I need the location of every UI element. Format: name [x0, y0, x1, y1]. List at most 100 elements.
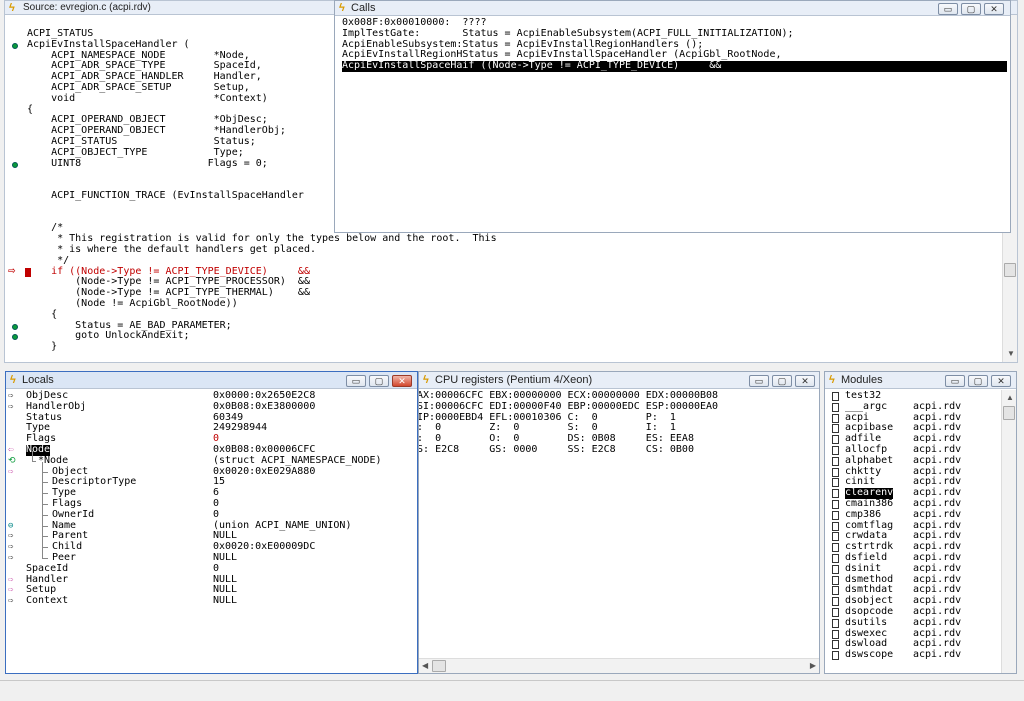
circle-minus-icon[interactable]: ⊖: [8, 521, 20, 531]
locals-row[interactable]: Status 60349: [6, 412, 411, 424]
module-file: acpi.rdv: [913, 454, 962, 466]
locals-var-name: SpaceId: [26, 562, 69, 574]
scroll-down-arrow-icon[interactable]: ▼: [1007, 350, 1015, 358]
module-file: acpi.rdv: [913, 616, 962, 628]
module-name: cmp386: [845, 508, 882, 520]
locals-var-value: 249298944: [213, 422, 268, 434]
source-line[interactable]: goto UnlockAndExit;: [5, 331, 999, 342]
close-button[interactable]: ✕: [991, 375, 1011, 387]
arrow-right-icon[interactable]: ⇨: [8, 542, 20, 552]
locals-title-bar[interactable]: ϟ Locals ▭ ▢ ✕: [6, 372, 417, 389]
breakpoint-dot-icon[interactable]: [12, 323, 18, 330]
file-icon: [832, 424, 839, 434]
minimize-button[interactable]: ▭: [938, 3, 958, 15]
locals-title: Locals: [22, 374, 54, 386]
modules-list[interactable]: test32 ___argc acpi.rdv acpi acpi.rdv acpibas…: [825, 391, 1001, 673]
locals-row[interactable]: ⇨ HandlerObj 0x0B08:0xE3800000: [6, 400, 411, 413]
file-icon: [832, 564, 839, 574]
file-icon: [832, 608, 839, 617]
close-button[interactable]: ✕: [392, 375, 412, 387]
lightning-icon: ϟ: [423, 374, 429, 386]
calls-title: Calls: [351, 2, 376, 14]
minimize-button[interactable]: ▭: [945, 375, 965, 387]
locals-window: ϟ Locals ▭ ▢ ✕ ⇨ ObjDesc 0x0000:0x2650E2C8…: [5, 371, 418, 674]
locals-var-name: OwnerId: [52, 508, 95, 520]
call-stack-entry[interactable]: AcpiEvInstallSpaceHaif ((Node->Type != A…: [342, 60, 1007, 73]
file-icon: [832, 543, 839, 553]
source-title: Source: evregion.c (acpi.rdv): [23, 2, 151, 13]
close-button[interactable]: ✕: [984, 3, 1004, 15]
file-icon: [832, 446, 839, 455]
module-name: alphabet: [845, 454, 894, 466]
file-icon: [832, 489, 839, 499]
locals-var-value: 0: [213, 562, 220, 574]
cpu-registers-list[interactable]: EAX:00006CFC EBX:00000000 ECX:00000000 E…: [419, 391, 819, 651]
arrow-right-icon[interactable]: ⇨: [8, 596, 20, 606]
file-icon: [832, 500, 839, 509]
arrow-right-icon[interactable]: ⇨: [8, 585, 20, 595]
source-line-text: AcpiEvInstallSpaceHandler (: [27, 38, 190, 50]
source-line-text: void *Context): [27, 92, 268, 104]
source-scroll-thumb[interactable]: [1004, 263, 1016, 277]
source-line-text: ACPI_OBJECT_TYPE Type;: [27, 146, 244, 158]
maximize-button[interactable]: ▢: [968, 375, 988, 387]
scroll-left-arrow-icon[interactable]: ◀: [422, 662, 428, 670]
file-icon: [832, 521, 839, 531]
close-button[interactable]: ✕: [795, 375, 815, 387]
source-line[interactable]: (Node != AcpiGbl_RootNode)): [5, 298, 999, 310]
locals-var-name: HandlerObj: [26, 400, 87, 412]
file-icon: [832, 456, 839, 466]
module-file: acpi.rdv: [913, 649, 962, 661]
calls-title-bar[interactable]: ϟ Calls ▭ ▢ ✕: [335, 1, 1010, 16]
maximize-button[interactable]: ▢: [772, 375, 792, 387]
breakpoint-dot-icon[interactable]: [12, 334, 18, 341]
tree-line: [42, 558, 48, 559]
locals-var-value: 0x0B08:0xE3800000: [213, 400, 316, 412]
minimize-button[interactable]: ▭: [346, 375, 366, 387]
locals-row[interactable]: ⇨ Handler NULL: [6, 574, 411, 586]
modules-window: ϟ Modules ▭ ▢ ✕ test32 ___argc acpi.rdv acp…: [824, 371, 1017, 674]
cpu-scroll-thumb[interactable]: [432, 660, 446, 672]
module-item[interactable]: dswscope acpi.rdv: [825, 649, 999, 661]
calls-list[interactable]: 0x008F:0x00010000: ???? ImplTestGate: Sta…: [342, 17, 1010, 228]
scroll-up-arrow-icon[interactable]: ▲: [1006, 394, 1014, 402]
arrow-right-icon[interactable]: ⇨: [8, 553, 20, 563]
module-name: dsinit: [845, 562, 882, 574]
breakpoint-dot-icon[interactable]: [12, 42, 18, 49]
source-line[interactable]: }: [5, 341, 999, 353]
locals-row[interactable]: ⇨ Context NULL: [6, 595, 411, 607]
modules-title-bar[interactable]: ϟ Modules ▭ ▢ ✕: [825, 372, 1016, 389]
arrow-right-icon[interactable]: ⇨: [8, 391, 20, 401]
tree-line: [32, 450, 33, 461]
source-line[interactable]: * is where the default handlers get plac…: [5, 244, 999, 256]
file-icon: [832, 532, 839, 542]
maximize-button[interactable]: ▢: [961, 3, 981, 15]
refresh-icon[interactable]: ⟲: [8, 456, 20, 466]
cpu-register-line: FS: E2C8 GS: 0000 SS: E2C8 CS: 0B00: [419, 444, 694, 455]
scroll-right-arrow-icon[interactable]: ▶: [810, 662, 816, 670]
module-file: acpi.rdv: [913, 508, 962, 520]
locals-var-value: 0x0020:0xE029A880: [213, 465, 316, 477]
modules-scroll-thumb[interactable]: [1003, 406, 1015, 420]
modules-vertical-scrollbar[interactable]: ▲: [1001, 390, 1016, 673]
tree-line: [32, 460, 36, 462]
arrow-right-icon[interactable]: ⇨: [8, 402, 20, 412]
arrow-right-icon[interactable]: ⇨: [8, 531, 20, 541]
minimize-button[interactable]: ▭: [749, 375, 769, 387]
maximize-button[interactable]: ▢: [369, 375, 389, 387]
arrow-right-icon[interactable]: ⇨: [8, 467, 20, 477]
file-icon: [832, 510, 839, 520]
locals-row[interactable]: Type 249298944: [6, 423, 411, 434]
arrow-right-icon[interactable]: ⇨: [8, 575, 20, 585]
locals-row[interactable]: Flags 0: [6, 433, 411, 445]
locals-tree[interactable]: ⇨ ObjDesc 0x0000:0x2650E2C8 ⇨ HandlerObj 0x0B…: [6, 390, 417, 671]
locals-var-value: (struct ACPI_NAMESPACE_NODE): [213, 454, 382, 466]
module-name: ___argc: [845, 400, 888, 412]
cpu-title-bar[interactable]: ϟ CPU registers (Pentium 4/Xeon) ▭ ▢ ✕: [419, 372, 819, 389]
file-icon: [832, 554, 839, 563]
source-line-text: */: [27, 254, 70, 266]
breakpoint-dot-icon[interactable]: [12, 161, 18, 168]
source-line-text: * is where the default handlers get plac…: [27, 244, 316, 255]
arrow-left-icon[interactable]: ⇦: [8, 445, 20, 455]
cpu-horizontal-scrollbar[interactable]: ◀ ▶: [419, 658, 819, 673]
